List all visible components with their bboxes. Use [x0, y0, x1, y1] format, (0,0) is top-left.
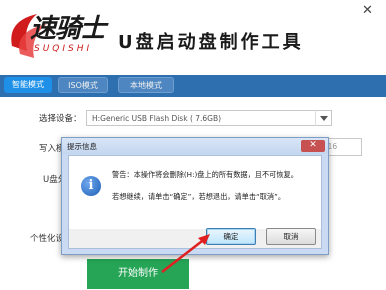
device-select-value: H:Generic USB Flash Disk ( 7.6GB) — [92, 114, 222, 123]
app-logo: 速骑士 SUQISHI — [0, 0, 120, 75]
tab-smart-mode[interactable]: 智能模式 — [4, 77, 52, 93]
dialog-titlebar: 提示信息 ✕ — [62, 138, 328, 154]
device-dropdown-button[interactable] — [315, 110, 332, 126]
dialog-warning-text: 警告：本操作将会删除(H:)盘上的所有数据，且不可恢复。 — [112, 170, 298, 179]
device-label: 选择设备： — [39, 114, 82, 124]
tab-iso-mode[interactable]: ISO模式 — [58, 77, 108, 93]
app-title: U盘启动盘制作工具 — [118, 32, 304, 53]
app-header: 速骑士 SUQISHI U盘启动盘制作工具 ✕ — [0, 0, 386, 75]
tab-local-mode[interactable]: 本地模式 — [118, 77, 174, 93]
personalize-label: 个性化设 — [30, 234, 65, 244]
logo-text: 速骑士 — [30, 14, 106, 44]
info-icon: i — [81, 176, 101, 196]
logo-subtext: SUQISHI — [34, 44, 93, 54]
dialog-title: 提示信息 — [67, 142, 97, 151]
dialog-close-button[interactable]: ✕ — [301, 140, 325, 152]
dialog-instruction-text: 若想继续，请单击“确定”，若想退出，请单击“取消”。 — [112, 192, 286, 201]
chevron-down-icon — [320, 116, 328, 121]
window-close-icon[interactable]: ✕ — [362, 3, 373, 18]
cancel-button[interactable]: 取消 — [266, 228, 316, 245]
device-select[interactable]: H:Generic USB Flash Disk ( 7.6GB) — [86, 110, 332, 126]
annotation-arrow-icon — [161, 234, 210, 273]
